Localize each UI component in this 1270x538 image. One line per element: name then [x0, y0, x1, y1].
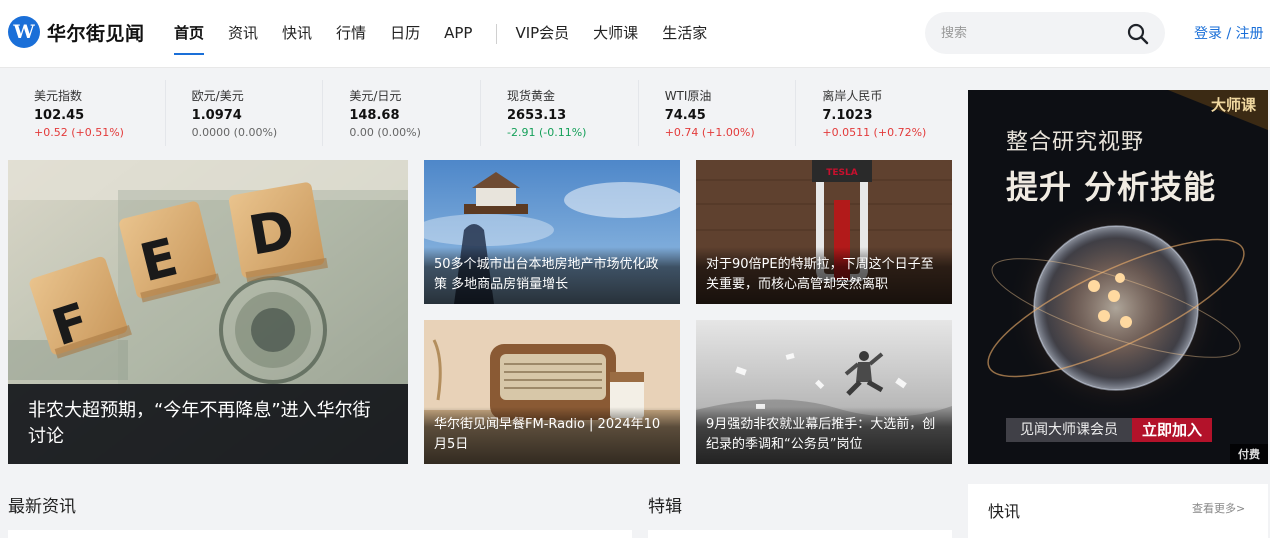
news-card-realestate[interactable]: 50多个城市出台本地房地产市场优化政策 多地商品房销量增长	[424, 160, 680, 304]
ticker-value: 148.68	[349, 108, 400, 123]
login-register-link[interactable]: 登录 / 注册	[1194, 23, 1264, 43]
logo-text: 华尔街见闻	[47, 22, 145, 45]
ticker-name: 现货黄金	[507, 89, 556, 103]
ticker-change: 0.00 (0.00%)	[349, 126, 421, 139]
ad-headline-1: 整合研究视野	[1006, 130, 1145, 155]
ticker-usdjpy[interactable]: 美元/日元 148.68 0.00 (0.00%)	[323, 80, 482, 146]
ticker-cnh[interactable]: 离岸人民币 7.1023 +0.0511 (+0.72%)	[796, 80, 953, 146]
latest-news-heading: 最新资讯	[8, 497, 76, 517]
news-card-jobs[interactable]: 9月强劲非农就业幕后推手：大选前，创纪录的季调和“公务员”岗位	[696, 320, 952, 464]
top-header: W 华尔街见闻 首页 资讯 快讯 行情 日历 APP VIP会员 大师课 生活家…	[0, 0, 1270, 68]
market-ticker-bar: 美元指数 102.45 +0.52 (+0.51%) 欧元/美元 1.0974 …	[8, 80, 953, 146]
ticker-change: +0.74 (+1.00%)	[664, 126, 755, 139]
nav-item-lifestyle[interactable]: 生活家	[662, 0, 707, 68]
special-heading: 特辑	[648, 497, 682, 517]
nav-item-masterclass[interactable]: 大师课	[593, 0, 638, 68]
logo-mark-icon: W	[8, 16, 40, 48]
nav-item-app[interactable]: APP	[444, 0, 472, 68]
nav-item-calendar[interactable]: 日历	[390, 0, 420, 68]
news-card-radio[interactable]: 华尔街见闻早餐FM-Radio | 2024年10月5日	[424, 320, 680, 464]
ticker-gold[interactable]: 现货黄金 2653.13 -2.91 (-0.11%)	[481, 80, 639, 146]
ticker-wti[interactable]: WTI原油 74.45 +0.74 (+1.00%)	[639, 80, 797, 146]
ticker-name: 欧元/美元	[191, 89, 244, 103]
nav-item-vip[interactable]: VIP会员	[515, 0, 569, 68]
ticker-change: -2.91 (-0.11%)	[507, 126, 587, 139]
ad-brand: 大师课	[1210, 96, 1256, 114]
ticker-change: +0.52 (+0.51%)	[34, 126, 124, 139]
ticker-name: 美元/日元	[349, 89, 402, 103]
tesla-sign: TESLA	[826, 168, 858, 178]
ticker-dxy[interactable]: 美元指数 102.45 +0.52 (+0.51%)	[8, 80, 166, 146]
latest-news-panel	[8, 530, 632, 538]
news-card-title[interactable]: 50多个城市出台本地房地产市场优化政策 多地商品房销量增长	[424, 247, 680, 304]
paid-tag: 付费	[1230, 444, 1268, 464]
ticker-change: +0.0511 (+0.72%)	[822, 126, 927, 139]
ticker-name: WTI原油	[664, 89, 712, 103]
flash-heading: 快讯	[988, 502, 1021, 521]
ticker-value: 102.45	[34, 108, 85, 123]
nav-item-home[interactable]: 首页	[174, 0, 205, 68]
ad-join-button[interactable]: 立即加入	[1132, 418, 1213, 442]
feature-card-main[interactable]: F E D 非农大超预期，“今年不再降息”进入华尔街讨论	[8, 160, 408, 464]
ticker-value: 7.1023	[822, 108, 873, 123]
ad-cta-label: 见闻大师课会员	[1006, 418, 1132, 442]
flash-more-link[interactable]: 查看更多>	[1192, 500, 1245, 516]
news-card-tesla[interactable]: TESLA 对于90倍PE的特斯拉，下周这个日子至关重要，而核心高管却突然离职	[696, 160, 952, 304]
ticker-name: 美元指数	[34, 89, 83, 103]
ticker-value: 1.0974	[191, 108, 242, 123]
main-nav: 首页 资讯 快讯 行情 日历 APP VIP会员 大师课 生活家	[174, 0, 731, 68]
special-panel	[648, 530, 952, 538]
ticker-value: 2653.13	[507, 108, 567, 123]
search-box[interactable]	[925, 12, 1165, 54]
nav-item-flash[interactable]: 快讯	[282, 0, 312, 68]
feature-card-title[interactable]: 非农大超预期，“今年不再降息”进入华尔街讨论	[8, 384, 408, 464]
ticker-name: 离岸人民币	[822, 89, 883, 103]
news-card-title[interactable]: 9月强劲非农就业幕后推手：大选前，创纪录的季调和“公务员”岗位	[696, 407, 952, 464]
ticker-value: 74.45	[664, 108, 706, 123]
masterclass-ad-banner[interactable]: 大师课 整合研究视野 提升 分析技能 见闻大师课会员 立即加入 付费	[968, 90, 1268, 464]
nav-divider	[496, 24, 498, 44]
search-input[interactable]	[941, 12, 1121, 54]
nav-item-markets[interactable]: 行情	[336, 0, 366, 68]
site-logo[interactable]: W 华尔街见闻	[8, 16, 145, 48]
ad-headline-2: 提升 分析技能	[1006, 168, 1217, 206]
ticker-change: 0.0000 (0.00%)	[191, 126, 278, 139]
search-icon[interactable]	[1126, 22, 1150, 46]
ticker-eurusd[interactable]: 欧元/美元 1.0974 0.0000 (0.00%)	[166, 80, 324, 146]
news-card-title[interactable]: 对于90倍PE的特斯拉，下周这个日子至关重要，而核心高管却突然离职	[696, 247, 952, 304]
news-card-title[interactable]: 华尔街见闻早餐FM-Radio | 2024年10月5日	[424, 407, 680, 464]
nav-item-news[interactable]: 资讯	[228, 0, 258, 68]
ad-cta[interactable]: 见闻大师课会员 立即加入	[1006, 418, 1213, 442]
